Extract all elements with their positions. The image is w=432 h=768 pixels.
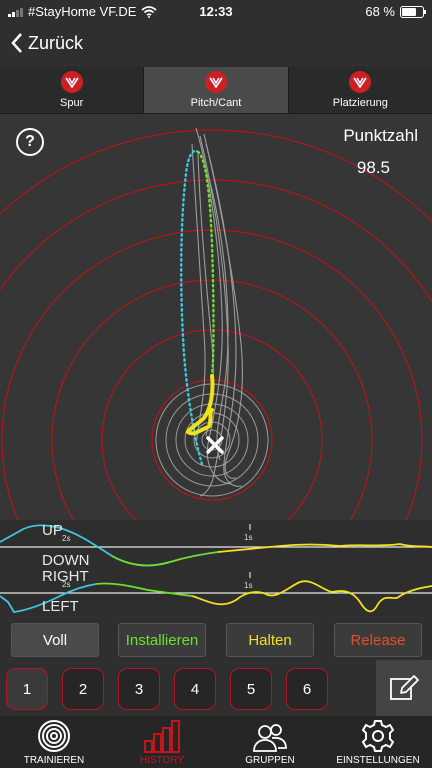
gear-icon <box>361 720 395 752</box>
bar-chart-icon <box>144 720 180 753</box>
shot-button-3[interactable]: 3 <box>118 668 160 710</box>
back-button[interactable]: Zurück <box>10 32 83 54</box>
phase-release-button[interactable]: Release <box>334 623 422 657</box>
nav-history[interactable]: HISTORY <box>108 716 216 768</box>
shot-button-5[interactable]: 5 <box>230 668 272 710</box>
graph-label-left: LEFT <box>42 598 79 615</box>
status-bar: #StayHome VF.DE 12:33 68 % <box>0 0 432 24</box>
cant-line-release <box>191 580 432 613</box>
phase-hold-button[interactable]: Halten <box>226 623 314 657</box>
help-button[interactable]: ? <box>16 128 44 156</box>
score-label: Punktzahl <box>343 126 418 145</box>
nav-einstellungen[interactable]: EINSTELLUNGEN <box>324 716 432 768</box>
bottom-tab-bar: TRAINIEREN HISTORY GRUPPEN EINSTELLUNGEN <box>0 716 432 768</box>
phase-install-button[interactable]: Installieren <box>118 623 206 657</box>
brand-logo-icon <box>349 71 372 93</box>
tick-label-1s: 1s <box>244 533 253 542</box>
current-trace-release <box>185 374 215 436</box>
tab-label: Platzierung <box>332 97 388 109</box>
tab-spur[interactable]: Spur <box>0 67 145 113</box>
shot-button-6[interactable]: 6 <box>286 668 328 710</box>
chevron-left-icon <box>11 33 22 53</box>
shot-button-4[interactable]: 4 <box>174 668 216 710</box>
phase-full-button[interactable]: Voll <box>11 623 99 657</box>
group-icon <box>253 724 287 752</box>
nav-label: EINSTELLUNGEN <box>336 755 420 766</box>
brand-logo-icon <box>204 71 227 93</box>
pitch-line-hold <box>111 551 219 567</box>
target-view: ? Punktzahl 98.5 <box>0 114 432 520</box>
nav-trainieren[interactable]: TRAINIEREN <box>0 716 108 768</box>
nav-gruppen[interactable]: GRUPPEN <box>216 716 324 768</box>
pitch-line-release <box>217 543 432 553</box>
brand-logo-icon <box>60 71 83 93</box>
shot-selector: 1 2 3 4 5 6 <box>0 660 432 716</box>
shot-button-2[interactable]: 2 <box>62 668 104 710</box>
tab-label: Spur <box>60 97 84 109</box>
score-value: 98.5 <box>356 158 390 177</box>
edit-button[interactable] <box>376 660 432 716</box>
battery-icon <box>400 5 426 18</box>
nav-label: HISTORY <box>139 755 185 766</box>
tab-pitch-cant[interactable]: Pitch/Cant <box>144 67 289 113</box>
graph-label-down: DOWN <box>42 552 90 569</box>
phase-selector: Voll Installieren Halten Release <box>0 620 432 658</box>
cant-line-hold <box>95 582 193 597</box>
tab-label: Pitch/Cant <box>190 97 242 109</box>
nav-label: TRAINIEREN <box>23 755 85 766</box>
pitch-cant-graph: UP 2s 1s DOWN RIGHT 2s 1s LEFT <box>0 520 432 616</box>
pencil-icon <box>390 675 419 700</box>
view-tabs: Spur Pitch/Cant Platzierung <box>0 67 432 114</box>
graph-label-up: UP <box>42 522 63 539</box>
back-label: Zurück <box>28 32 84 53</box>
tab-platzierung[interactable]: Platzierung <box>289 67 432 113</box>
nav-label: GRUPPEN <box>245 755 295 766</box>
battery-status: 68 % <box>365 4 426 19</box>
tick-label-2s: 2s <box>62 534 71 543</box>
tick-label-2s: 2s <box>62 580 71 589</box>
navigation-bar: Zurück <box>0 26 432 66</box>
shot-button-1[interactable]: 1 <box>6 668 48 710</box>
tick-label-1s: 1s <box>244 581 253 590</box>
target-icon <box>38 720 70 752</box>
battery-percent: 68 % <box>365 4 395 19</box>
